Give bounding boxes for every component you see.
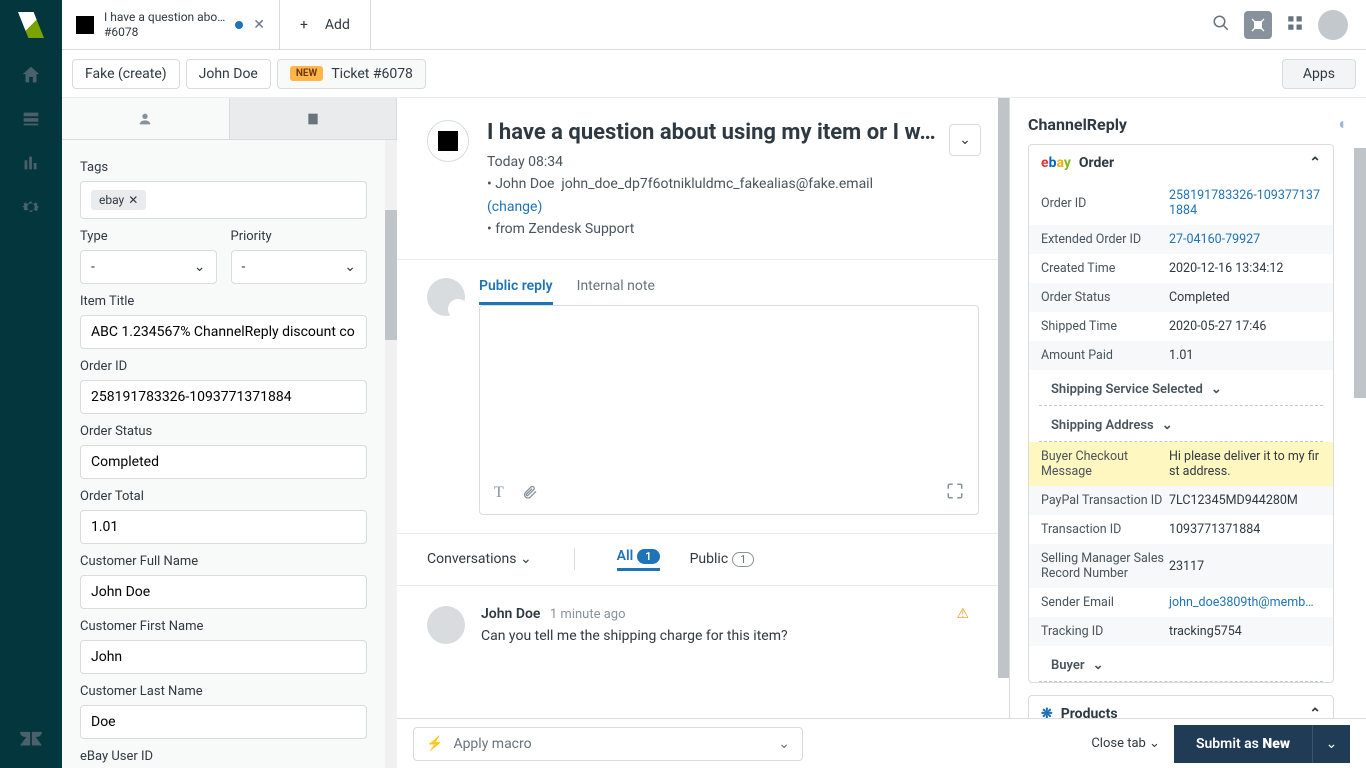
message-body: Can you tell me the shipping charge for … [481, 628, 788, 644]
shipping-address-section[interactable]: Shipping Address ⌄ [1039, 410, 1323, 442]
zendesk-icon[interactable] [20, 726, 42, 752]
views-icon[interactable] [20, 108, 42, 134]
brand-logo[interactable] [18, 12, 44, 38]
ticket-time: Today 08:34 [487, 151, 979, 173]
talk-icon[interactable] [1244, 11, 1272, 39]
app-settings-icon[interactable]: ◐ [1338, 114, 1348, 134]
orderid-input[interactable] [80, 380, 367, 414]
buyer-section[interactable]: Buyer ⌄ [1039, 650, 1323, 682]
label-type: Type [80, 229, 217, 244]
conv-tab-public[interactable]: Public1 [690, 551, 755, 567]
breadcrumb: Fake (create) John Doe NEW Ticket #6078 … [62, 50, 1366, 98]
firstname-input[interactable] [80, 640, 367, 674]
unsaved-dot-icon [235, 21, 243, 29]
order-card: ebay Order ⌃ Order ID258191783326-109377… [1028, 144, 1334, 683]
conversations-dropdown[interactable]: Conversations ⌄ [427, 551, 532, 567]
apps-grid-icon[interactable] [1286, 14, 1304, 36]
main-scrollbar[interactable] [998, 98, 1010, 678]
item-title-input[interactable] [80, 315, 367, 349]
tag-chip[interactable]: ebay ✕ [91, 190, 146, 210]
label-tags: Tags [80, 160, 367, 175]
sidebar-tab-user[interactable] [62, 98, 230, 139]
attachment-icon[interactable] [522, 484, 538, 504]
label-ordertotal: Order Total [80, 489, 367, 504]
via-line: • from Zendesk Support [487, 218, 979, 240]
top-tabs: I have a question abo…#6078 ✕ + Add [62, 0, 1366, 50]
label-fullname: Customer Full Name [80, 554, 367, 569]
avatar[interactable] [1318, 10, 1348, 40]
admin-icon[interactable] [20, 196, 42, 222]
ticket-tab[interactable]: I have a question abo…#6078 ✕ [62, 0, 280, 50]
tags-input[interactable]: ebay ✕ [80, 181, 367, 219]
ext-order-link[interactable]: 27-04160-79927 [1169, 232, 1260, 247]
ticket-actions-dropdown[interactable]: ⌄ [949, 124, 981, 156]
search-icon[interactable] [1212, 14, 1230, 36]
ordertotal-input[interactable] [80, 510, 367, 544]
shipping-service-section[interactable]: Shipping Service Selected ⌄ [1039, 374, 1323, 406]
ebay-logo: ebay [1041, 155, 1071, 171]
agent-avatar [427, 278, 465, 316]
orderstatus-input[interactable] [80, 445, 367, 479]
user-avatar [427, 606, 465, 644]
chevron-up-icon[interactable]: ⌃ [1309, 155, 1321, 171]
type-select[interactable]: -⌄ [80, 250, 217, 284]
products-card-header[interactable]: ❋Products⌃ [1028, 695, 1334, 718]
order-id-link[interactable]: 258191783326-1093771371884 [1169, 188, 1321, 218]
warning-icon[interactable]: ⚠ [956, 606, 969, 622]
ticket-brand-icon [427, 120, 469, 162]
sender-email-link[interactable]: john_doe3809th@memb… [1169, 595, 1314, 610]
close-tab-button[interactable]: Close tab ⌄ [1091, 736, 1160, 751]
fullname-input[interactable] [80, 575, 367, 609]
priority-select[interactable]: -⌄ [231, 250, 368, 284]
sidebar-tab-ticket[interactable] [230, 98, 398, 139]
status-badge: NEW [290, 66, 323, 81]
app-shortcut-icon[interactable] [946, 482, 964, 504]
text-format-icon[interactable]: T [494, 484, 504, 504]
crumb-ticket[interactable]: NEW Ticket #6078 [277, 59, 426, 89]
submit-button[interactable]: Submit as New [1174, 725, 1312, 763]
apps-scrollbar[interactable] [1354, 148, 1366, 398]
label-lastname: Customer Last Name [80, 684, 367, 699]
ticket-title: I have a question about using my item or… [487, 120, 979, 145]
label-orderstatus: Order Status [80, 424, 367, 439]
close-icon[interactable]: ✕ [253, 17, 265, 33]
footer-bar: ⚡Apply macro⌄ Close tab ⌄ Submit as New … [397, 718, 1366, 768]
apply-macro[interactable]: ⚡Apply macro⌄ [413, 727, 803, 761]
crumb-fake[interactable]: Fake (create) [72, 59, 180, 89]
requester-line: • John Doe john_doe_dp7f6otnikluldmc_fak… [487, 173, 979, 195]
reply-textarea[interactable]: T [479, 305, 979, 515]
main-panel: I have a question about using my item or… [397, 98, 1010, 718]
label-firstname: Customer First Name [80, 619, 367, 634]
nav-rail [0, 0, 62, 768]
change-requester-link[interactable]: (change) [487, 199, 542, 215]
label-ebayuser: eBay User ID [80, 749, 367, 764]
apps-button[interactable]: Apps [1282, 59, 1356, 89]
label-priority: Priority [231, 229, 368, 244]
crumb-user[interactable]: John Doe [186, 59, 271, 89]
tab-public-reply[interactable]: Public reply [479, 278, 553, 305]
reporting-icon[interactable] [20, 152, 42, 178]
message-item: John Doe 1 minute ago Can you tell me th… [397, 586, 1009, 664]
add-tab[interactable]: + Add [280, 0, 371, 50]
message-time: 1 minute ago [550, 607, 626, 622]
apps-panel: ChannelReply ◐ ebay Order ⌃ Order ID25819… [1010, 98, 1366, 718]
app-title: ChannelReply [1028, 115, 1127, 134]
label-item-title: Item Title [80, 294, 367, 309]
conv-tab-all[interactable]: All1 [617, 548, 660, 571]
home-icon[interactable] [20, 64, 42, 90]
lastname-input[interactable] [80, 705, 367, 739]
sidebar-scrollbar[interactable] [385, 140, 397, 768]
tab-internal-note[interactable]: Internal note [577, 278, 655, 305]
ticket-sidebar: Tags ebay ✕ Type -⌄ Priority -⌄ Item Tit… [62, 98, 397, 768]
submit-dropdown[interactable]: ⌄ [1312, 725, 1350, 763]
label-orderid: Order ID [80, 359, 367, 374]
message-author: John Doe [481, 606, 540, 622]
order-card-header[interactable]: ebay Order ⌃ [1029, 145, 1333, 181]
